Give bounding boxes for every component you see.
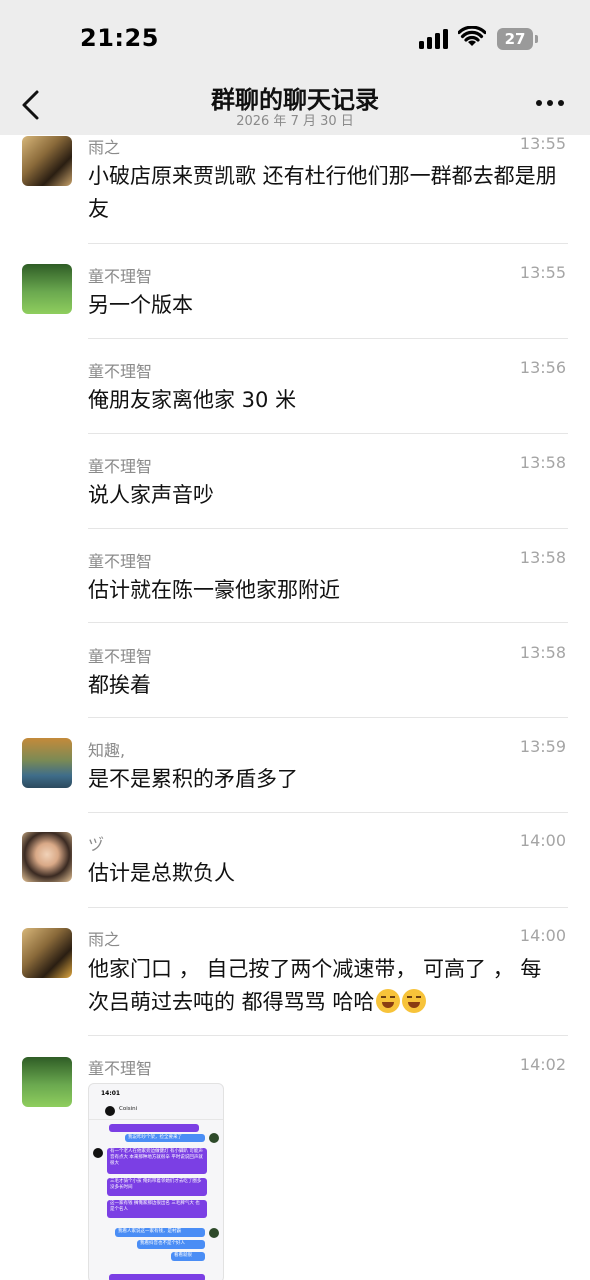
message-text: 估计是总欺负人: [88, 861, 235, 885]
message-text: 是不是累积的矛盾多了: [88, 767, 298, 791]
cellular-signal-icon: [419, 29, 449, 49]
message-time: 14:00: [519, 926, 566, 945]
message-text: 说人家声音吵: [88, 483, 214, 507]
top-bar: 21:25 27 群聊的聊天记录 2026 年 7 月 30 日: [0, 0, 590, 135]
avatar: [93, 1148, 103, 1158]
status-time: 21:25: [80, 24, 159, 52]
thumbnail-contact: Coisini: [119, 1106, 138, 1112]
wifi-icon: [458, 26, 486, 46]
divider: [88, 338, 568, 339]
laughing-crying-emoji-icon: [402, 989, 427, 1013]
message-time: 13:55: [519, 134, 566, 153]
battery-icon: 27: [497, 28, 533, 50]
divider: [88, 717, 568, 718]
avatar[interactable]: [22, 832, 72, 882]
thumbnail-bubble: 三毛才骑个小孩 俺妈带着邻她们才去吃了圈多没多长时间: [107, 1178, 207, 1196]
sender-name: 知趣,: [88, 741, 126, 760]
avatar[interactable]: [22, 1057, 72, 1107]
sender-name: 童不理智: [88, 362, 153, 381]
avatar[interactable]: [22, 928, 72, 978]
divider: [88, 433, 568, 434]
message-time: 13:55: [519, 263, 566, 282]
thumbnail-bubble: 我看抖音也不是个好人: [137, 1240, 205, 1249]
message-time: 13:58: [519, 453, 566, 472]
message-time: 13:58: [519, 643, 566, 662]
divider: [88, 907, 568, 908]
avatar: [209, 1133, 219, 1143]
avatar[interactable]: [22, 738, 72, 788]
message-text: 他家门口 ， 自己按了两个减速带， 可高了 ， 每次吕萌过去吨的 都得骂骂 哈哈: [88, 953, 558, 1019]
sender-name: 雨之: [88, 930, 121, 949]
thumbnail-bubble: 这一家有钱 搁俺家那边很出名 三毛脾气大 也是个名人: [107, 1200, 207, 1218]
divider: [88, 1035, 568, 1036]
divider: [88, 622, 568, 623]
thumbnail-bubble: [109, 1274, 205, 1280]
battery-cap: [535, 35, 538, 43]
avatar: [105, 1106, 115, 1116]
more-options-icon[interactable]: [534, 100, 566, 108]
sender-name: 童不理智: [88, 647, 153, 666]
sender-name: 童不理智: [88, 267, 153, 286]
message-text: 小破店原来贾凯歌 还有杜行他们那一群都去都是朋友: [88, 164, 557, 221]
thumbnail-bubble: 看看就很: [171, 1252, 205, 1261]
message-text: 俺朋友家离他家 30 米: [88, 388, 297, 412]
sender-name: ヅ: [88, 835, 105, 854]
laughing-crying-emoji-icon: [376, 989, 401, 1013]
divider: [88, 528, 568, 529]
message-text: 都挨着: [88, 673, 151, 697]
message-time: 14:00: [519, 831, 566, 850]
thumbnail-time: 14:01: [101, 1090, 121, 1097]
sender-name: 童不理智: [88, 552, 153, 571]
divider: [88, 812, 568, 813]
sender-name: 童不理智: [88, 1059, 153, 1078]
message-text: 估计就在陈一豪他家那附近: [88, 578, 340, 602]
message-time: 13:56: [519, 358, 566, 377]
thumbnail-bubble: 我看人家说这一家有钱，是村霸: [115, 1228, 205, 1237]
thumbnail-bubble: 有一个老人在他家旁边做健灯 有小脚趴 可能声音有点大 本来那种地方就很辛 平时说…: [107, 1148, 207, 1174]
screenshot-image[interactable]: 14:01 Coisini 我说昨吵个架，捡全要来了 有一个老人在他家旁边做健灯…: [88, 1083, 224, 1280]
avatar[interactable]: [22, 264, 72, 314]
message-text: 另一个版本: [88, 293, 193, 317]
message-time: 14:02: [519, 1055, 566, 1074]
divider: [88, 243, 568, 244]
message-text-content: 他家门口 ， 自己按了两个减速带， 可高了 ， 每次吕萌过去吨的 都得骂骂 哈哈: [88, 957, 542, 1014]
avatar: [209, 1228, 219, 1238]
sender-name: 雨之: [88, 138, 121, 157]
thumbnail-bubble: 我说昨吵个架，捡全要来了: [125, 1134, 205, 1142]
message-time: 13:59: [519, 737, 566, 756]
sender-name: 童不理智: [88, 457, 153, 476]
thumbnail-bubble: [109, 1124, 199, 1132]
page-date: 2026 年 7 月 30 日: [236, 114, 354, 129]
message-time: 13:58: [519, 548, 566, 567]
avatar[interactable]: [22, 136, 72, 186]
